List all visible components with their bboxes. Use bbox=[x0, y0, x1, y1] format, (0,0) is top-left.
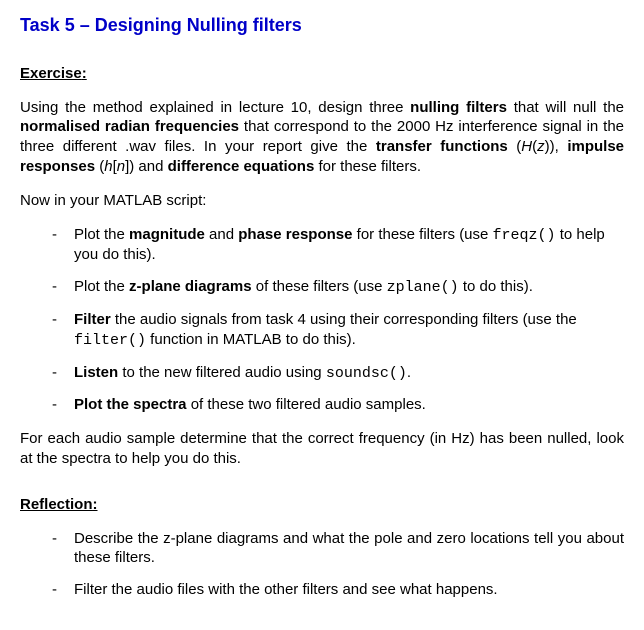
text: to do this). bbox=[459, 278, 533, 295]
bold-text: Listen bbox=[74, 364, 118, 381]
italic-text: h bbox=[104, 158, 112, 175]
code-text: soundsc() bbox=[326, 365, 407, 382]
bold-text: transfer functions bbox=[376, 138, 508, 155]
list-item: Plot the z-plane diagrams of these filte… bbox=[20, 277, 624, 298]
exercise-heading: Exercise: bbox=[20, 64, 624, 84]
italic-text: n bbox=[117, 158, 125, 175]
bold-text: phase response bbox=[238, 226, 352, 243]
text: to the new filtered audio using bbox=[118, 364, 326, 381]
list-item: Plot the magnitude and phase response fo… bbox=[20, 225, 624, 266]
text: of these filters (use bbox=[252, 278, 387, 295]
paragraph-check: For each audio sample determine that the… bbox=[20, 429, 624, 469]
code-text: freqz() bbox=[493, 227, 556, 244]
exercise-heading-text: Exercise bbox=[20, 65, 82, 82]
reflection-heading-text: Reflection bbox=[20, 496, 93, 513]
bold-text: nulling filters bbox=[410, 99, 507, 116]
paragraph-matlab: Now in your MATLAB script: bbox=[20, 191, 624, 211]
text: )), bbox=[545, 138, 568, 155]
bold-text: magnitude bbox=[129, 226, 205, 243]
text: that will null the bbox=[507, 99, 624, 116]
text: Plot the bbox=[74, 278, 129, 295]
list-item: Filter the audio signals from task 4 usi… bbox=[20, 310, 624, 351]
list-item: Plot the spectra of these two filtered a… bbox=[20, 395, 624, 415]
text: for these filters (use bbox=[352, 226, 492, 243]
bold-text: Filter bbox=[74, 311, 111, 328]
code-text: zplane() bbox=[387, 279, 459, 296]
paragraph-intro: Using the method explained in lecture 10… bbox=[20, 98, 624, 177]
reflection-list: Describe the z-plane diagrams and what t… bbox=[20, 529, 624, 600]
text: of these two filtered audio samples. bbox=[187, 396, 426, 413]
list-item: Filter the audio files with the other fi… bbox=[20, 580, 624, 600]
bold-text: z-plane diagrams bbox=[129, 278, 252, 295]
bold-text: Plot the spectra bbox=[74, 396, 187, 413]
exercise-list: Plot the magnitude and phase response fo… bbox=[20, 225, 624, 416]
text: ]) and bbox=[125, 158, 168, 175]
document-page: Task 5 – Designing Nulling filters Exerc… bbox=[0, 0, 644, 630]
text: function in MATLAB to do this). bbox=[146, 331, 356, 348]
italic-text: H bbox=[521, 138, 532, 155]
list-item: Describe the z-plane diagrams and what t… bbox=[20, 529, 624, 569]
text: . bbox=[407, 364, 411, 381]
text: Using the method explained in lecture 10… bbox=[20, 99, 410, 116]
text: the audio signals from task 4 using thei… bbox=[111, 311, 577, 328]
text: ( bbox=[508, 138, 522, 155]
task-title: Task 5 – Designing Nulling filters bbox=[20, 14, 624, 38]
list-item: Listen to the new filtered audio using s… bbox=[20, 363, 624, 384]
bold-text: normalised radian frequencies bbox=[20, 118, 239, 135]
text: and bbox=[205, 226, 238, 243]
reflection-heading: Reflection: bbox=[20, 495, 624, 515]
bold-text: difference equations bbox=[168, 158, 315, 175]
text: ( bbox=[95, 158, 104, 175]
text: Plot the bbox=[74, 226, 129, 243]
italic-text: z bbox=[537, 138, 545, 155]
code-text: filter() bbox=[74, 332, 146, 349]
text: for these filters. bbox=[314, 158, 421, 175]
